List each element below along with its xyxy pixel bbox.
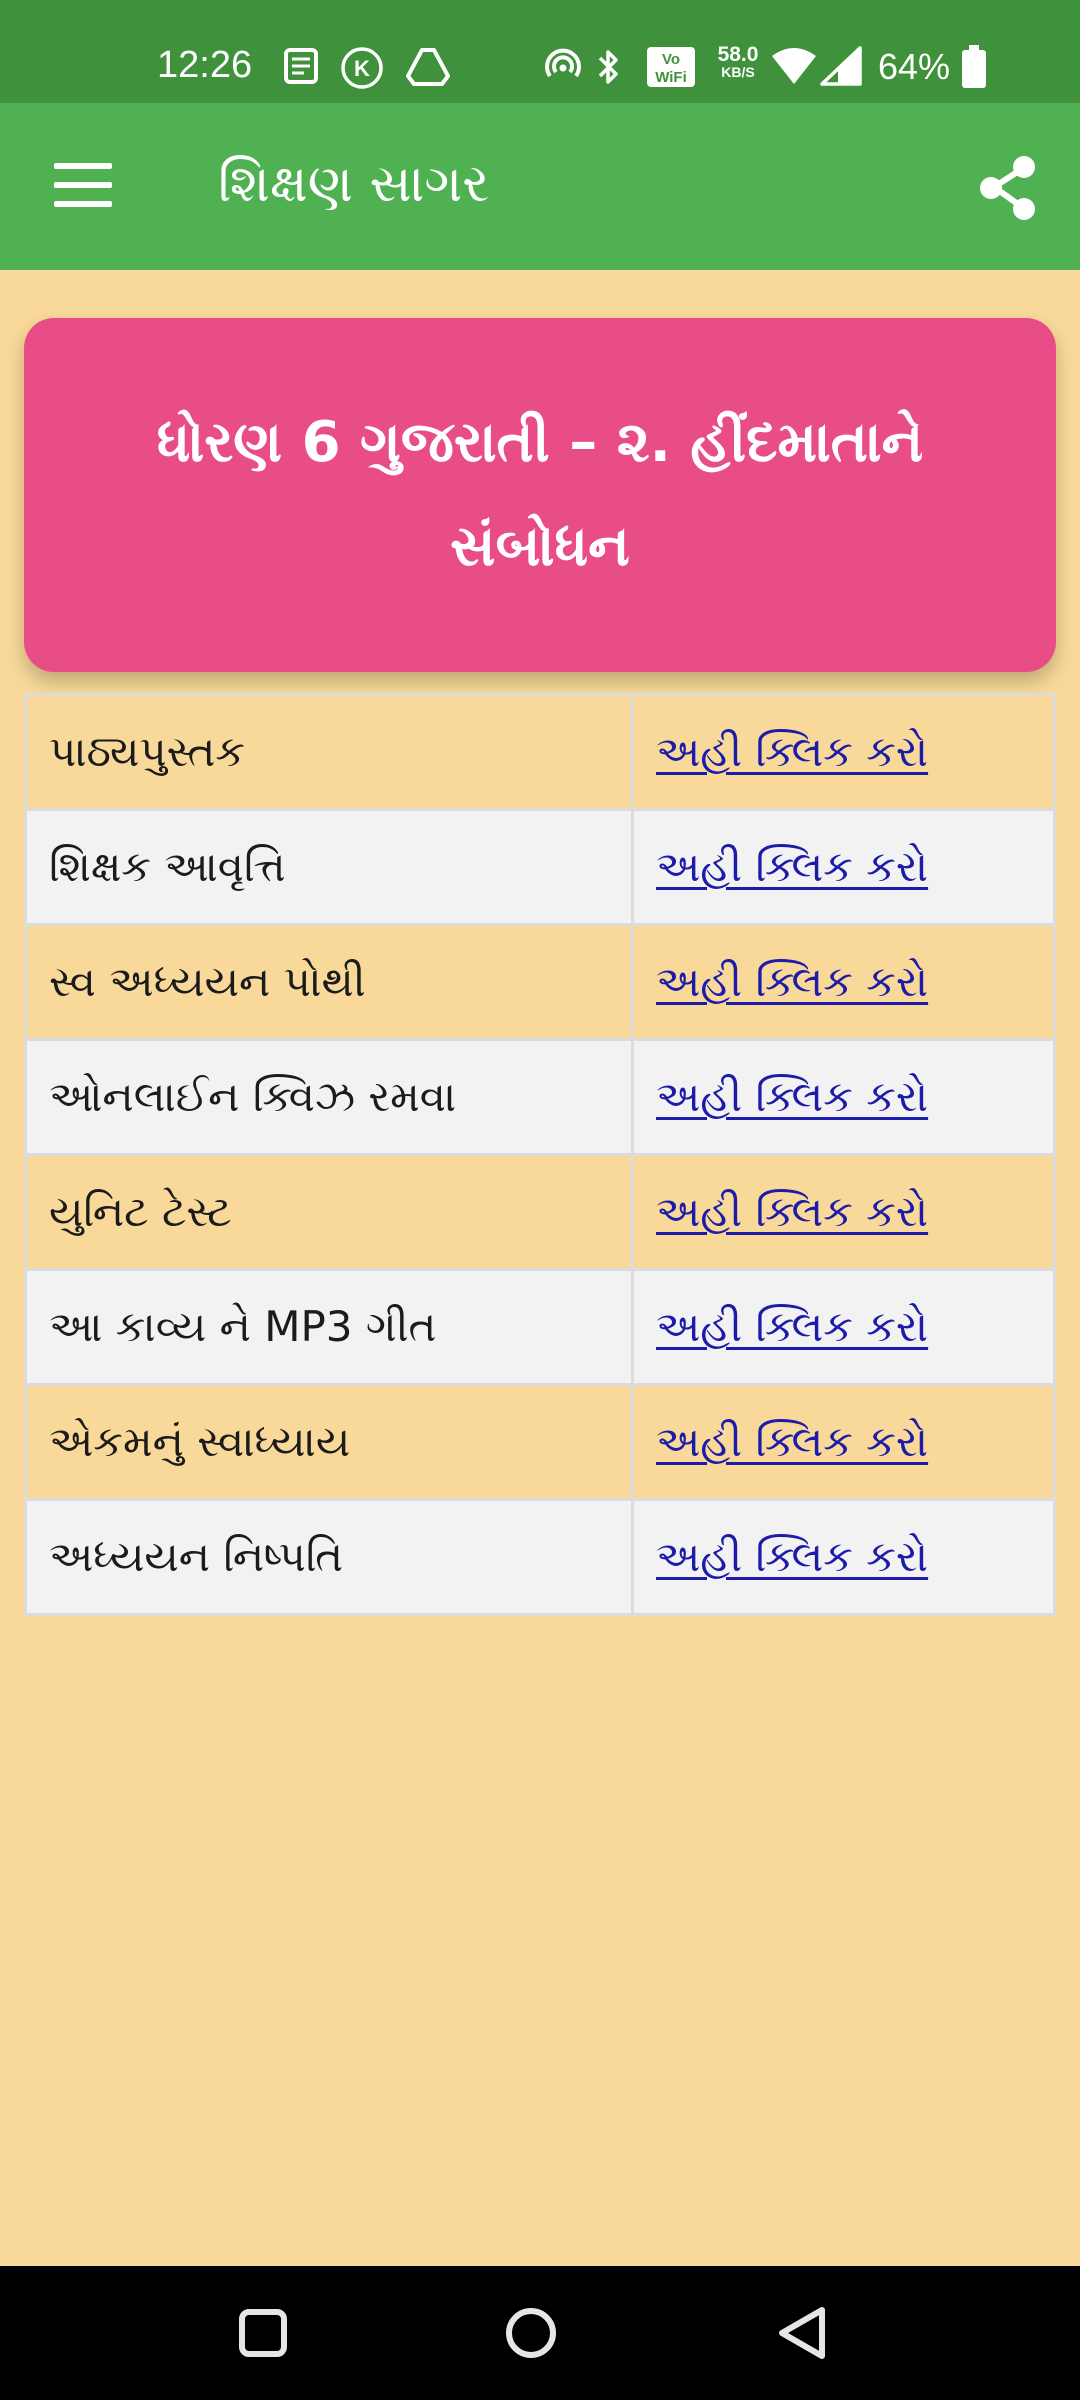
vowifi-label-bottom: WiFi bbox=[655, 69, 687, 86]
table-row: શિક્ષક આવૃત્તિ અહી ક્લિક કરો bbox=[24, 808, 1056, 926]
resource-name: એકમનું સ્વાધ્યાય bbox=[24, 1383, 634, 1501]
news-icon bbox=[284, 48, 318, 84]
share-icon bbox=[980, 156, 1035, 220]
click-here-link[interactable]: અહી ક્લિક કરો bbox=[656, 1302, 928, 1351]
svg-text:K: K bbox=[354, 56, 370, 81]
battery-icon bbox=[962, 45, 986, 88]
resource-name: અધ્યયન નિષ્પતિ bbox=[24, 1498, 634, 1616]
resource-name: આ કાવ્ય ને MP3 ગીત bbox=[24, 1268, 634, 1386]
home-button[interactable] bbox=[486, 2288, 576, 2378]
status-bar: 12:26 K Vo WiFi 58.0 KB/S 64% bbox=[0, 0, 1080, 103]
cellular-signal-icon bbox=[820, 46, 862, 86]
table-row: યુનિટ ટેસ્ટ અહી ક્લિક કરો bbox=[24, 1153, 1056, 1271]
bluetooth-icon bbox=[598, 50, 618, 84]
page-title: ધોરણ 6 ગુજરાતી – ૨. હીંદમાતાને સંબોધન bbox=[156, 410, 924, 579]
table-row: એકમનું સ્વાધ્યાય અહી ક્લિક કરો bbox=[24, 1383, 1056, 1501]
resource-name: શિક્ષક આવૃત્તિ bbox=[24, 808, 634, 926]
click-here-link[interactable]: અહી ક્લિક કરો bbox=[656, 842, 928, 891]
click-here-link[interactable]: અહી ક્લિક કરો bbox=[656, 727, 928, 776]
resource-name: પાઠ્યપુસ્તક bbox=[24, 693, 634, 811]
vowifi-label-top: Vo bbox=[662, 51, 680, 68]
resource-name: સ્વ અધ્યયન પોથી bbox=[24, 923, 634, 1041]
back-triangle-icon bbox=[779, 2307, 825, 2359]
home-circle-icon bbox=[506, 2308, 556, 2358]
click-here-link[interactable]: અહી ક્લિક કરો bbox=[656, 957, 928, 1006]
resource-name: ઓનલાઈન ક્વિઝ રમવા bbox=[24, 1038, 634, 1156]
net-speed-value: 58.0 bbox=[717, 43, 759, 66]
wifi-icon bbox=[772, 48, 816, 84]
status-time: 12:26 bbox=[157, 44, 253, 86]
navigation-bar bbox=[0, 2266, 1080, 2400]
net-speed: 58.0 KB/S bbox=[708, 44, 768, 79]
drive-icon bbox=[406, 48, 450, 86]
net-speed-unit: KB/S bbox=[721, 64, 755, 80]
resource-name: યુનિટ ટેસ્ટ bbox=[24, 1153, 634, 1271]
table-row: આ કાવ્ય ને MP3 ગીત અહી ક્લિક કરો bbox=[24, 1268, 1056, 1386]
back-button[interactable] bbox=[758, 2288, 848, 2378]
battery-percent: 64% bbox=[878, 46, 951, 87]
app-bar: શિક્ષણ સાગર bbox=[0, 103, 1080, 270]
menu-button[interactable] bbox=[48, 155, 120, 215]
click-here-link[interactable]: અહી ક્લિક કરો bbox=[656, 1187, 928, 1236]
recents-button[interactable] bbox=[218, 2288, 308, 2378]
hotspot-icon bbox=[545, 48, 581, 78]
table-row: સ્વ અધ્યયન પોથી અહી ક્લિક કરો bbox=[24, 923, 1056, 1041]
click-here-link[interactable]: અહી ક્લિક કરો bbox=[656, 1072, 928, 1121]
page-title-card: ધોરણ 6 ગુજરાતી – ૨. હીંદમાતાને સંબોધન bbox=[24, 318, 1056, 672]
table-row: અધ્યયન નિષ્પતિ અહી ક્લિક કરો bbox=[24, 1498, 1056, 1616]
app-title: શિક્ષણ સાગર bbox=[218, 154, 490, 214]
vowifi-icon: Vo WiFi bbox=[647, 47, 695, 87]
hamburger-menu-icon bbox=[54, 163, 112, 207]
k-circle-icon: K bbox=[341, 47, 383, 89]
click-here-link[interactable]: અહી ક્લિક કરો bbox=[656, 1417, 928, 1466]
table-row: પાઠ્યપુસ્તક અહી ક્લિક કરો bbox=[24, 693, 1056, 811]
click-here-link[interactable]: અહી ક્લિક કરો bbox=[656, 1532, 928, 1581]
table-row: ઓનલાઈન ક્વિઝ રમવા અહી ક્લિક કરો bbox=[24, 1038, 1056, 1156]
share-button[interactable] bbox=[974, 153, 1044, 223]
resource-table: પાઠ્યપુસ્તક અહી ક્લિક કરો શિક્ષક આવૃત્તિ… bbox=[24, 693, 1056, 1616]
recents-square-icon bbox=[239, 2309, 287, 2357]
